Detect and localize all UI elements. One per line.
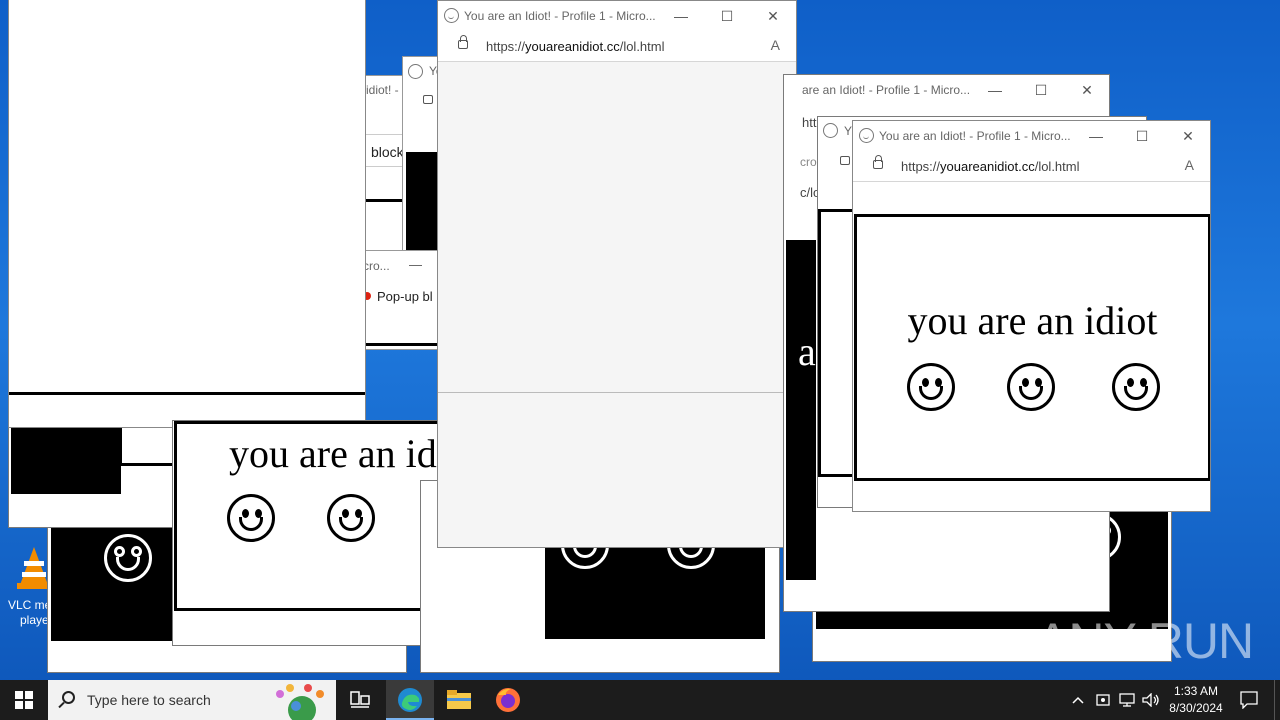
fragment-title: cro...: [363, 259, 390, 273]
minimize-button[interactable]: —: [666, 6, 696, 26]
chevron-up-icon: [1072, 696, 1084, 704]
close-button[interactable]: ✕: [758, 6, 788, 26]
fragment-htt: htt: [802, 115, 817, 130]
minimize-button[interactable]: —: [409, 257, 422, 272]
clock-time: 1:33 AM: [1173, 684, 1219, 698]
smiley-icon: [907, 363, 955, 411]
search-placeholder: Type here to search: [87, 692, 211, 708]
start-button[interactable]: [0, 680, 48, 720]
title-bar[interactable]: You are an Idiot! - Profile 1 - Micro...…: [438, 1, 796, 31]
taskbar-search-box[interactable]: Type here to search: [48, 680, 336, 720]
show-desktop-button[interactable]: [1274, 680, 1280, 720]
smiley-icon: [227, 494, 275, 542]
read-aloud-icon[interactable]: A: [771, 37, 780, 53]
taskbar-file-explorer-button[interactable]: [436, 680, 482, 720]
blank-window-top-left[interactable]: [8, 0, 366, 428]
windows-logo-icon: [15, 691, 33, 709]
address-bar[interactable]: https://youareanidiot.cc/lol.html A: [853, 151, 1210, 182]
fragment-block: block: [371, 144, 404, 160]
notification-icon: [1240, 691, 1258, 709]
address-url[interactable]: https://youareanidiot.cc/lol.html: [486, 39, 665, 54]
fragment-title: Y: [844, 124, 853, 138]
folder-icon: [447, 690, 471, 709]
edge-browser-icon: [398, 688, 422, 712]
smiley-favicon-icon: [444, 8, 459, 23]
smiley-favicon-icon: [408, 64, 423, 79]
page-area-lower: [438, 393, 796, 547]
minimize-button[interactable]: —: [980, 80, 1010, 100]
tray-meet-now-button[interactable]: [1092, 680, 1114, 720]
popup-window-center[interactable]: You are an Idiot! - Profile 1 - Micro...…: [437, 0, 797, 548]
taskbar: Type here to search 1:33 AM 8/30/2024: [0, 680, 1280, 720]
volume-icon: [1142, 693, 1159, 707]
window-title: You are an Idiot! - Profile 1 - Micro...: [464, 9, 656, 23]
popup-window-fragment-3[interactable]: cro... — Pop-up bl: [362, 250, 442, 350]
idiot-board: you are an idiot: [854, 214, 1210, 481]
task-view-button[interactable]: [340, 680, 380, 720]
lock-icon: [458, 35, 468, 49]
idiot-message-fragment: a: [798, 329, 816, 374]
minimize-button[interactable]: —: [1081, 126, 1111, 146]
address-url[interactable]: https://youareanidiot.cc/lol.html: [901, 159, 1080, 174]
smiley-icon: [1112, 363, 1160, 411]
vlc-label-line2: playe: [20, 613, 49, 627]
popup-window-fragment-2[interactable]: Yo: [402, 56, 442, 256]
popup-blocked-label: Pop-up bl: [377, 289, 433, 304]
close-button[interactable]: ✕: [1072, 80, 1102, 100]
lock-icon: [840, 156, 850, 165]
title-bar[interactable]: are an Idiot! - Profile 1 - Micro... — ☐…: [784, 75, 1109, 105]
clock-date: 8/30/2024: [1169, 701, 1223, 715]
smiley-icon: [104, 534, 152, 582]
fragment-line: [363, 343, 441, 346]
window-title: You are an Idiot! - Profile 1 - Micro...: [879, 129, 1071, 143]
smiley-icon: [327, 494, 375, 542]
page-area: [438, 62, 796, 393]
tray-overflow-button[interactable]: [1066, 680, 1090, 720]
anyrun-watermark: ANY RUN: [1036, 613, 1254, 669]
network-icon: [1119, 693, 1135, 707]
search-icon: [62, 691, 75, 704]
lock-icon: [423, 95, 433, 104]
search-highlight-icon: [276, 684, 324, 720]
firefox-icon: [496, 688, 520, 712]
lock-icon: [873, 155, 883, 169]
action-center-button[interactable]: [1234, 680, 1264, 720]
smiley-icon: [1007, 363, 1055, 411]
taskbar-clock[interactable]: 1:33 AM 8/30/2024: [1160, 683, 1232, 717]
vlc-label-line1: VLC me: [8, 598, 52, 612]
title-bar[interactable]: You are an Idiot! - Profile 1 - Micro...…: [853, 121, 1210, 151]
idiot-message: you are an idiot: [907, 298, 1158, 343]
smiley-favicon-icon: [859, 128, 874, 143]
popup-window-idiot-right[interactable]: You are an Idiot! - Profile 1 - Micro...…: [852, 120, 1211, 512]
taskbar-firefox-button[interactable]: [484, 680, 532, 720]
maximize-button[interactable]: ☐: [1026, 80, 1056, 100]
tray-volume-button[interactable]: [1140, 680, 1162, 720]
smiley-favicon-icon: [823, 123, 838, 138]
meet-now-icon: [1096, 694, 1110, 706]
read-aloud-icon[interactable]: A: [1185, 157, 1194, 173]
maximize-button[interactable]: ☐: [712, 6, 742, 26]
window-edge: [818, 209, 854, 477]
taskbar-edge-button[interactable]: [386, 680, 434, 720]
window-bottom-edge: [9, 392, 365, 395]
idiot-board: [11, 424, 121, 494]
maximize-button[interactable]: ☐: [1127, 126, 1157, 146]
fragment-cro: cro: [800, 155, 817, 169]
window-edge: [119, 424, 177, 466]
address-bar[interactable]: https://youareanidiot.cc/lol.html A: [438, 31, 796, 62]
close-button[interactable]: ✕: [1173, 126, 1203, 146]
tray-network-button[interactable]: [1116, 680, 1138, 720]
window-title: are an Idiot! - Profile 1 - Micro...: [802, 83, 971, 97]
task-view-icon: [350, 691, 370, 708]
idiot-board: a: [786, 240, 816, 580]
